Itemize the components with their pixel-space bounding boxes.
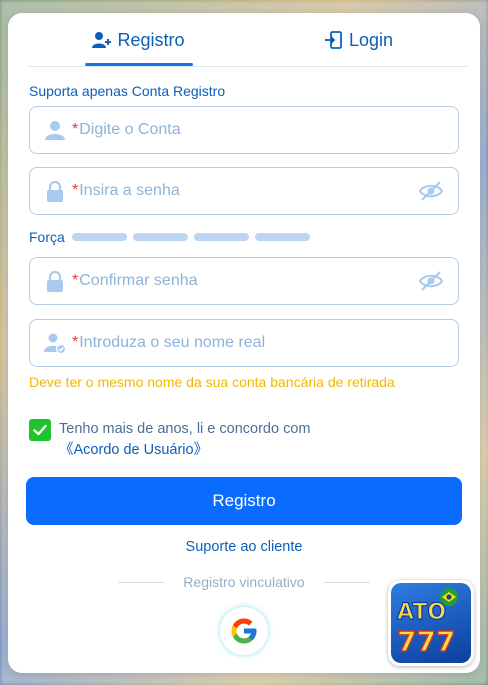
user-agreement-link[interactable]: 《Acordo de Usuário》 (59, 442, 208, 458)
tab-register-label: Registro (117, 29, 185, 50)
password-strength-meter: Força (29, 229, 316, 245)
logo-badge: ATO 777 (391, 583, 471, 663)
realname-placeholder: Introduza o seu nome real (79, 334, 266, 351)
eye-off-icon[interactable] (418, 180, 444, 202)
strength-label: Força (29, 229, 65, 245)
strength-bar (193, 233, 249, 241)
terms-checkbox[interactable] (29, 419, 51, 441)
terms-label: Tenho mais de anos, li e concordo com (59, 421, 311, 437)
login-door-icon (323, 30, 343, 50)
bind-divider: Registro vinculativo (118, 574, 370, 590)
eye-off-icon[interactable] (418, 270, 444, 292)
tab-register[interactable]: Registro (28, 13, 248, 67)
customer-support-link[interactable]: Suporte ao cliente (8, 539, 480, 555)
logo-text-top: ATO (397, 600, 446, 625)
auth-tabs: Registro Login (28, 13, 468, 67)
check-icon (33, 424, 47, 436)
user-check-icon (44, 332, 66, 354)
lock-icon (44, 270, 66, 292)
logo-text-bottom: 777 (397, 625, 455, 658)
user-plus-icon (91, 30, 112, 50)
password-field[interactable]: * Insira a senha (29, 167, 459, 215)
required-mark: * (72, 182, 79, 199)
strength-bar (254, 233, 310, 241)
realname-warning: Deve ter o mesmo nome da sua conta bancá… (29, 374, 395, 390)
required-mark: * (72, 121, 79, 138)
strength-bar (132, 233, 188, 241)
register-modal: Registro Login Suporta apenas Conta Regi… (8, 13, 480, 673)
lock-icon (44, 180, 66, 202)
account-field[interactable]: * Digite o Conta (29, 106, 459, 154)
confirm-placeholder: Confirmar senha (79, 272, 198, 289)
required-mark: * (72, 334, 79, 351)
tab-login[interactable]: Login (248, 13, 468, 67)
terms-text: Tenho mais de anos, li e concordo com 《A… (59, 419, 459, 461)
divider-line (323, 581, 370, 583)
strength-bar (71, 233, 127, 241)
required-mark: * (72, 272, 79, 289)
tab-login-label: Login (348, 29, 394, 50)
account-placeholder: Digite o Conta (79, 121, 181, 138)
confirm-password-field[interactable]: * Confirmar senha (29, 257, 459, 305)
divider-line (118, 581, 164, 583)
support-hint: Suporta apenas Conta Registro (29, 83, 226, 99)
user-icon (44, 119, 66, 141)
register-button[interactable]: Registro (26, 477, 462, 525)
terms-agreement: Tenho mais de anos, li e concordo com 《A… (29, 419, 459, 461)
google-login-button[interactable] (220, 607, 268, 655)
app-logo: ATO 777 (388, 580, 474, 666)
real-name-field[interactable]: * Introduza o seu nome real (29, 319, 459, 367)
google-icon (229, 616, 259, 646)
password-placeholder: Insira a senha (79, 182, 180, 199)
bind-divider-label: Registro vinculativo (183, 574, 305, 590)
active-tab-indicator (85, 63, 193, 66)
